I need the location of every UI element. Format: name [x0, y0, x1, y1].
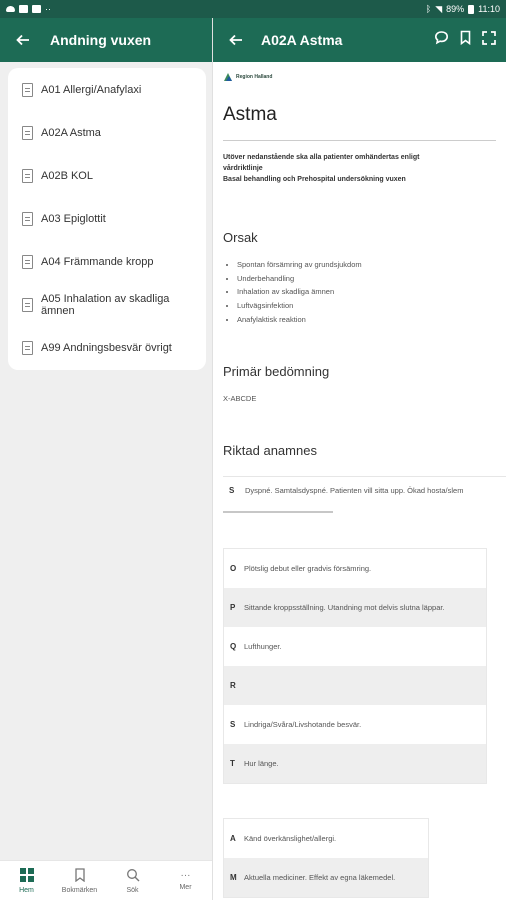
- document-icon: [22, 297, 33, 312]
- intro-text: Utöver nedanstående ska alla patienter o…: [223, 154, 420, 183]
- document-content: Region Halland Astma Utöver nedanstående…: [213, 62, 506, 900]
- table-row: S Lindriga/Svåra/Livshotande besvär.: [230, 720, 362, 729]
- document-icon: [22, 168, 33, 183]
- back-arrow-icon[interactable]: [229, 33, 243, 47]
- wifi-icon: ◥: [435, 3, 443, 14]
- list-item[interactable]: A03 Epiglottit: [8, 197, 206, 240]
- region-logo-icon: [223, 72, 233, 82]
- left-header-title: Andning vuxen: [50, 32, 152, 48]
- nav-search[interactable]: Sök: [106, 861, 159, 900]
- table-row: O Plötslig debut eller gradvis försämring…: [230, 564, 372, 573]
- document-title: Astma: [223, 104, 277, 125]
- more-notifications-icon: ··: [45, 4, 51, 14]
- list-item: Underbehandling: [237, 272, 362, 286]
- battery-text: 89%: [446, 4, 465, 14]
- list-item[interactable]: A01 Allergi/Anafylaxi: [8, 68, 206, 111]
- document-icon: [22, 125, 33, 140]
- cloud-icon: [6, 6, 15, 12]
- nav-more[interactable]: ··· Mer: [159, 861, 212, 900]
- table-row: Q Lufthunger.: [230, 642, 282, 651]
- comment-icon[interactable]: [434, 30, 449, 50]
- document-icon: [22, 254, 33, 269]
- horizontal-scrollbar[interactable]: [223, 511, 333, 513]
- symptom-row: S Dyspné. Samtalsdyspné. Patienten vill …: [223, 476, 506, 504]
- riktad-heading: Riktad anamnes: [223, 443, 317, 458]
- bookmark-icon[interactable]: [459, 30, 472, 50]
- left-pane: A01 Allergi/Anafylaxi A02A Astma A02B KO…: [0, 62, 212, 860]
- back-arrow-icon[interactable]: [16, 33, 30, 47]
- region-logo: Region Halland: [223, 72, 272, 82]
- title-divider: [223, 140, 496, 141]
- list-item[interactable]: A99 Andningsbesvär övrigt: [8, 326, 206, 369]
- bookmark-icon: [74, 867, 86, 884]
- table-row: R: [224, 666, 486, 705]
- nav-bookmarks[interactable]: Bokmärken: [53, 861, 106, 900]
- bottom-navigation: Hem Bokmärken Sök ··· Mer: [0, 860, 212, 900]
- status-bar: ·· ᛒ ◥ 89% 11:10: [0, 0, 506, 18]
- document-icon: [22, 82, 33, 97]
- list-item[interactable]: A02B KOL: [8, 154, 206, 197]
- grid-icon: [19, 867, 34, 884]
- notification-icon: [32, 5, 41, 13]
- primar-heading: Primär bedömning: [223, 364, 330, 379]
- list-item: Spontan försämring av grundsjukdom: [237, 258, 362, 272]
- right-header-title: A02A Astma: [261, 32, 343, 48]
- orsak-list: Spontan försämring av grundsjukdom Under…: [237, 258, 362, 327]
- battery-icon: [468, 4, 475, 14]
- table-row: T Hur länge.: [224, 744, 486, 783]
- list-item[interactable]: A02A Astma: [8, 111, 206, 154]
- primar-text: X-ABCDE: [223, 394, 257, 403]
- table-row: A Känd överkänslighet/allergi.: [230, 834, 337, 843]
- nav-home[interactable]: Hem: [0, 861, 53, 900]
- document-icon: [22, 340, 33, 355]
- table-row: P Sittande kroppsställning. Utandning mot…: [224, 588, 486, 627]
- orsak-heading: Orsak: [223, 230, 258, 245]
- bluetooth-icon: ᛒ: [425, 4, 432, 14]
- list-item: Anafylaktisk reaktion: [237, 313, 362, 327]
- list-item: Inhalation av skadliga ämnen: [237, 285, 362, 299]
- search-icon: [126, 868, 140, 884]
- document-icon: [22, 211, 33, 226]
- list-item[interactable]: A05 Inhalation av skadliga ämnen: [8, 283, 206, 326]
- clock-text: 11:10: [478, 4, 500, 14]
- fullscreen-icon[interactable]: [482, 30, 496, 50]
- ample-table: A Känd överkänslighet/allergi. M Aktuella …: [223, 818, 429, 898]
- list-item: Luftvägsinfektion: [237, 299, 362, 313]
- list-item[interactable]: A04 Främmande kropp: [8, 240, 206, 283]
- logo-text: Region Halland: [236, 74, 273, 80]
- right-header: A02A Astma: [213, 18, 506, 62]
- left-header: Andning vuxen: [0, 18, 212, 62]
- image-icon: [19, 5, 28, 13]
- document-list: A01 Allergi/Anafylaxi A02A Astma A02B KO…: [8, 68, 206, 370]
- table-row: M Aktuella mediciner. Effekt av egna läke…: [224, 858, 428, 897]
- more-icon: ···: [180, 869, 191, 881]
- opqrst-table: O Plötslig debut eller gradvis försämring…: [223, 548, 487, 784]
